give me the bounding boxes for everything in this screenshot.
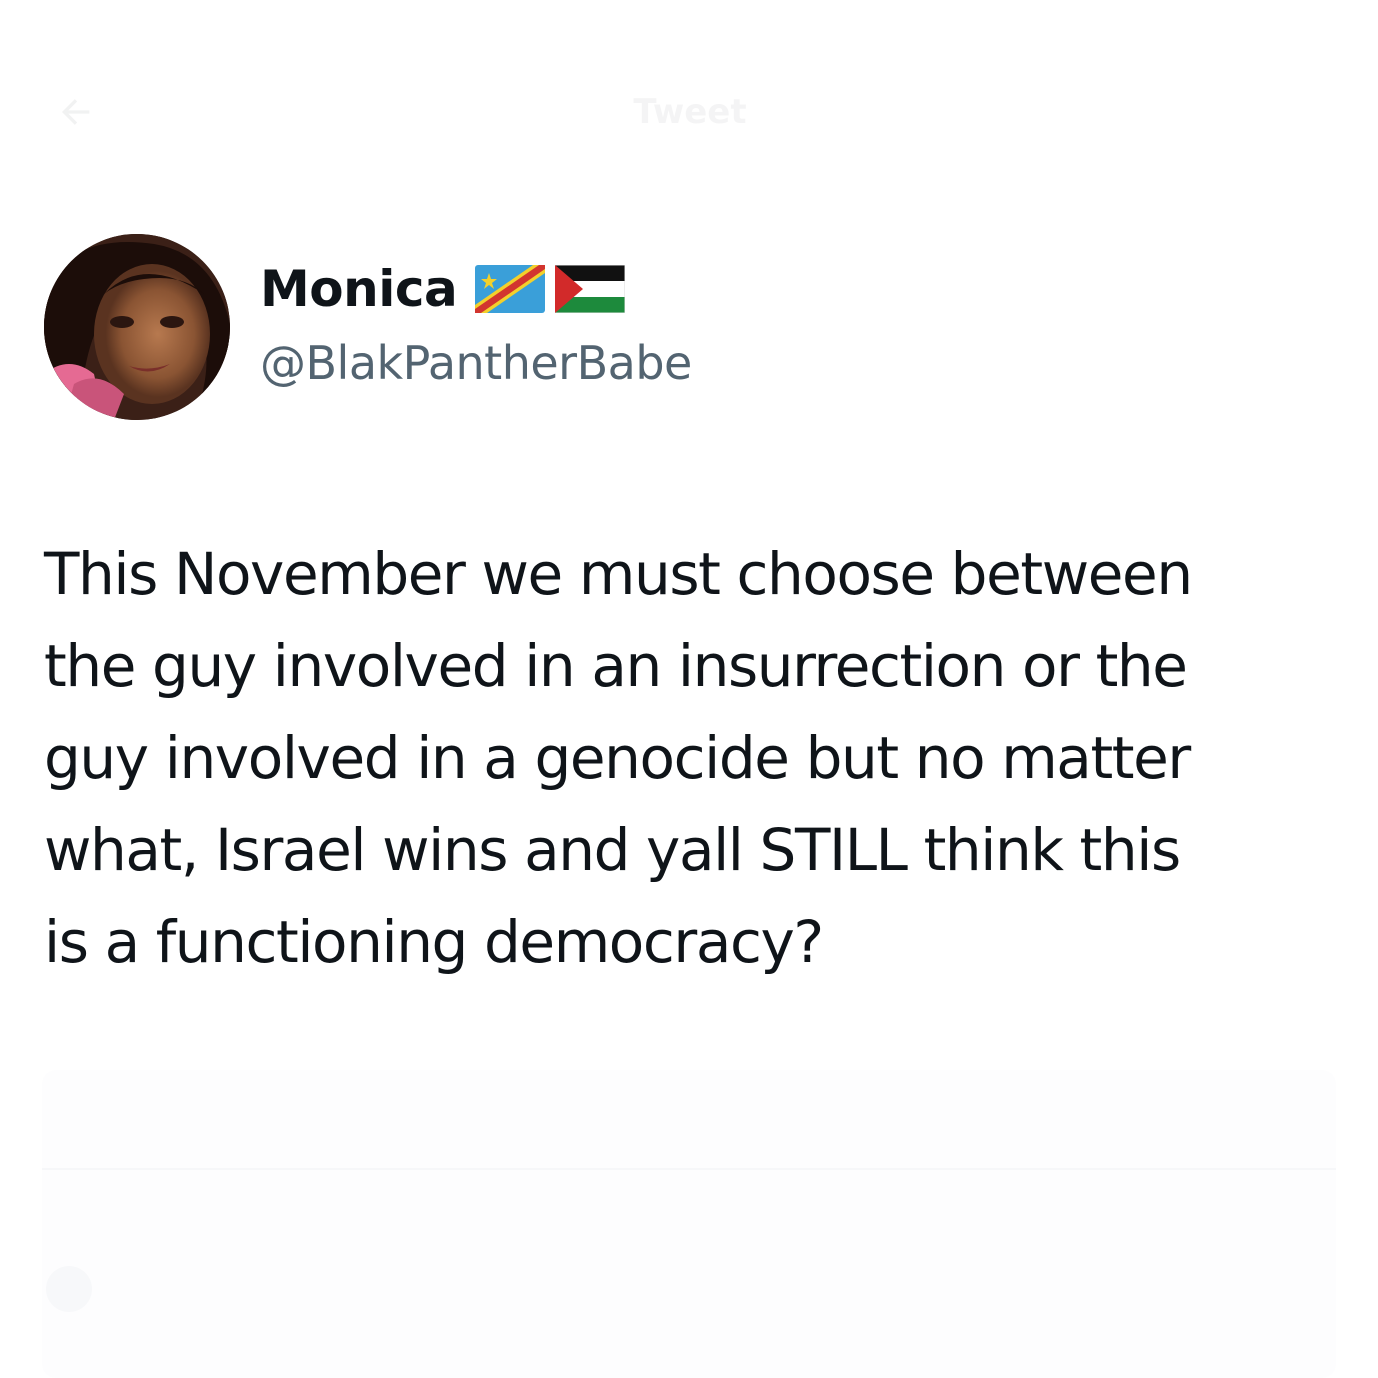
display-name[interactable]: Monica xyxy=(260,260,458,318)
divider xyxy=(42,1168,1336,1170)
flag-dr-congo-icon xyxy=(475,265,546,313)
faded-card xyxy=(42,1070,1336,1378)
flag-palestine-icon xyxy=(555,265,626,313)
avatar[interactable] xyxy=(44,234,230,420)
avatar-photo xyxy=(44,234,230,420)
top-bar: Tweet xyxy=(0,0,1378,150)
tweet-text: This November we must choose between the… xyxy=(44,540,1193,976)
faded-icon xyxy=(46,1266,92,1312)
arrow-left-icon[interactable] xyxy=(52,92,100,132)
tweet-author[interactable]: Monica @BlakPantherBabe xyxy=(260,254,692,390)
name-row: Monica xyxy=(260,254,692,324)
user-handle[interactable]: @BlakPantherBabe xyxy=(260,336,692,390)
header-title: Tweet xyxy=(600,92,780,132)
